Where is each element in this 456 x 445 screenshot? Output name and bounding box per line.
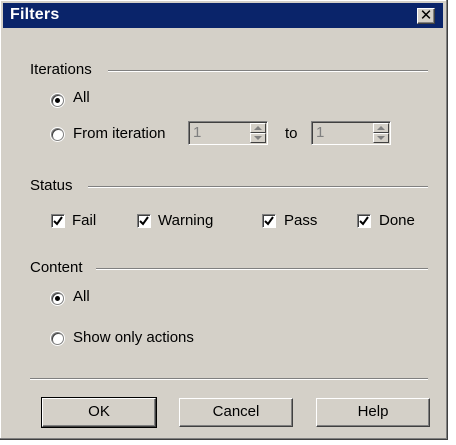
- content-actions-label: Show only actions: [73, 329, 194, 346]
- content-all-label: All: [73, 288, 90, 305]
- filters-dialog: Filters ✕ Iterations All From iteration …: [0, 0, 448, 440]
- from-iteration-value: 1: [193, 124, 202, 141]
- help-button[interactable]: Help: [316, 398, 430, 427]
- chevron-down-icon: [254, 136, 262, 140]
- from-iteration-up-button[interactable]: [250, 123, 266, 133]
- content-group-label: Content: [30, 259, 83, 276]
- to-iteration-up-button[interactable]: [373, 123, 389, 133]
- iterations-divider: [108, 70, 428, 72]
- status-warning-checkbox[interactable]: [137, 214, 151, 228]
- iterations-from-label: From iteration: [73, 125, 166, 142]
- content-divider: [96, 268, 428, 270]
- to-iteration-spinner[interactable]: 1: [311, 121, 391, 145]
- status-fail-label: Fail: [72, 212, 97, 229]
- status-done-checkbox[interactable]: [357, 214, 371, 228]
- iterations-all-radio[interactable]: [51, 94, 64, 107]
- status-warning-label: Warning: [158, 212, 214, 229]
- status-pass-label: Pass: [284, 212, 318, 229]
- from-iteration-spinner[interactable]: 1: [188, 121, 268, 145]
- status-pass-checkbox[interactable]: [262, 214, 276, 228]
- status-group-label: Status: [30, 177, 73, 194]
- content-all-radio[interactable]: [51, 292, 64, 305]
- close-icon: ✕: [419, 7, 433, 24]
- checkmark-icon: [359, 216, 369, 226]
- chevron-up-icon: [377, 126, 385, 130]
- ok-button[interactable]: OK: [41, 397, 157, 428]
- content-actions-radio[interactable]: [51, 332, 64, 345]
- iterations-from-radio[interactable]: [51, 128, 64, 141]
- cancel-button[interactable]: Cancel: [179, 398, 293, 427]
- status-divider: [88, 186, 428, 188]
- checkmark-icon: [139, 216, 149, 226]
- iterations-group-label: Iterations: [30, 61, 92, 78]
- from-iteration-arrows: [250, 123, 266, 143]
- checkmark-icon: [264, 216, 274, 226]
- checkmark-icon: [53, 216, 63, 226]
- close-button[interactable]: ✕: [417, 7, 435, 24]
- to-label: to: [285, 125, 298, 142]
- to-iteration-down-button[interactable]: [373, 133, 389, 143]
- iterations-all-label: All: [73, 89, 90, 106]
- status-fail-checkbox[interactable]: [51, 214, 65, 228]
- chevron-up-icon: [254, 126, 262, 130]
- chevron-down-icon: [377, 136, 385, 140]
- from-iteration-down-button[interactable]: [250, 133, 266, 143]
- to-iteration-value: 1: [316, 124, 325, 141]
- to-iteration-arrows: [373, 123, 389, 143]
- title-bar[interactable]: Filters ✕: [3, 3, 443, 28]
- status-done-label: Done: [379, 212, 415, 229]
- buttons-separator: [30, 378, 428, 380]
- dialog-title: Filters: [10, 6, 60, 23]
